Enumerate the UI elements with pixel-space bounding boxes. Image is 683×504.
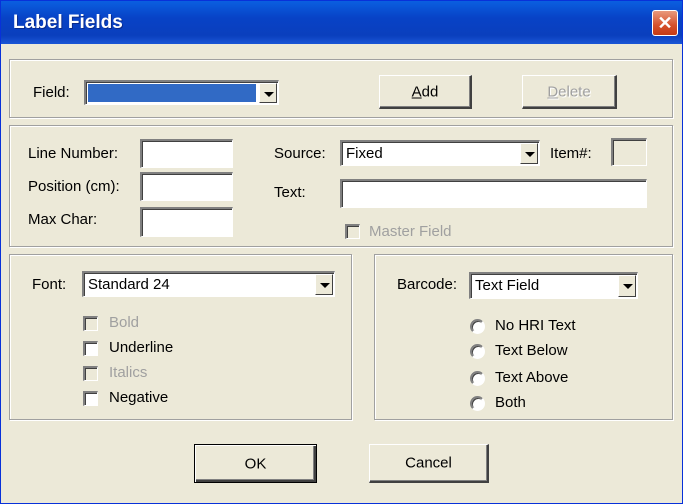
font-select-value: Standard 24: [88, 276, 170, 293]
barcode-select-value: Text Field: [475, 277, 540, 294]
radio-no-hri-text[interactable]: [470, 319, 485, 334]
item-number-label: Item#:: [550, 145, 592, 162]
radio-text-below[interactable]: [470, 344, 485, 359]
italics-label: Italics: [109, 364, 148, 381]
source-label: Source:: [274, 145, 326, 162]
close-icon: ✕: [657, 13, 673, 33]
font-select[interactable]: Standard 24: [82, 271, 335, 297]
barcode-label: Barcode:: [397, 276, 458, 293]
negative-label: Negative: [109, 389, 169, 406]
negative-checkbox[interactable]: [83, 391, 98, 406]
cancel-button[interactable]: Cancel: [369, 444, 489, 483]
label-fields-dialog: Label Fields ✕ Field: Add Delete Line Nu…: [0, 0, 683, 504]
line-number-label: Line Number:: [28, 145, 119, 162]
window-title: Label Fields: [13, 12, 123, 33]
ok-button[interactable]: OK: [194, 444, 317, 483]
text-input[interactable]: [340, 179, 647, 208]
add-button[interactable]: Add: [379, 75, 472, 109]
radio-text-above[interactable]: [470, 371, 485, 386]
italics-checkbox[interactable]: [83, 366, 98, 381]
field-label: Field:: [33, 84, 70, 101]
delete-button[interactable]: Delete: [522, 75, 617, 109]
barcode-select[interactable]: Text Field: [469, 272, 638, 299]
font-dropdown-arrow-icon[interactable]: [315, 274, 333, 295]
no-hri-text-label: No HRI Text: [495, 317, 576, 334]
source-dropdown-arrow-icon[interactable]: [520, 143, 538, 164]
item-number-input[interactable]: [611, 138, 647, 166]
title-bar[interactable]: Label Fields ✕: [1, 1, 682, 44]
close-button[interactable]: ✕: [652, 10, 678, 36]
max-char-label: Max Char:: [28, 211, 98, 228]
radio-both[interactable]: [470, 396, 485, 411]
bold-checkbox[interactable]: [83, 316, 98, 331]
source-select[interactable]: Fixed: [340, 140, 540, 166]
text-above-label: Text Above: [495, 369, 569, 386]
source-select-value: Fixed: [346, 145, 383, 162]
position-label: Position (cm):: [28, 178, 120, 195]
line-number-input[interactable]: [140, 139, 233, 168]
max-char-input[interactable]: [140, 207, 233, 237]
barcode-dropdown-arrow-icon[interactable]: [618, 275, 636, 297]
text-below-label: Text Below: [495, 342, 568, 359]
master-field-checkbox[interactable]: [345, 224, 360, 239]
bold-label: Bold: [109, 314, 140, 331]
field-select[interactable]: [84, 80, 279, 105]
position-input[interactable]: [140, 172, 233, 201]
field-select-value: [88, 84, 256, 102]
both-label: Both: [495, 394, 526, 411]
underline-label: Underline: [109, 339, 174, 356]
field-dropdown-arrow-icon[interactable]: [259, 83, 277, 103]
master-field-label: Master Field: [369, 223, 452, 240]
underline-checkbox[interactable]: [83, 341, 98, 356]
font-label: Font:: [32, 276, 67, 293]
text-label: Text:: [274, 184, 306, 201]
